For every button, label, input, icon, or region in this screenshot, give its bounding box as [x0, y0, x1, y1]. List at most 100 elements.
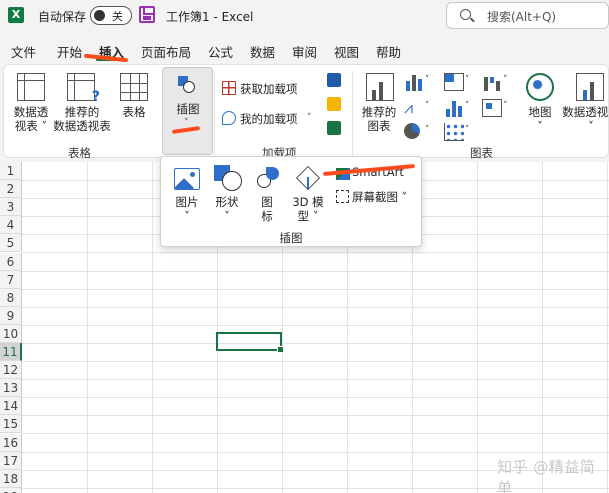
tab-file[interactable]: 文件	[11, 42, 36, 61]
row-header[interactable]: 19	[0, 488, 22, 493]
combo-chart-chevron-icon[interactable]: ˅	[503, 101, 508, 111]
row-header[interactable]: 16	[0, 434, 22, 452]
waterfall-chart-icon[interactable]	[482, 73, 502, 91]
search-input[interactable]: 搜索(Alt+Q)	[446, 2, 609, 29]
recommended-charts-icon[interactable]	[366, 73, 394, 101]
row-header[interactable]: 10	[0, 325, 22, 343]
chevron-down-icon: ˅	[184, 118, 189, 128]
tab-data[interactable]: 数据	[250, 42, 275, 61]
autosave-label: 自动保存	[38, 10, 87, 24]
get-addins-button[interactable]: 获取加载项	[240, 81, 298, 97]
row-header[interactable]: 2	[0, 180, 22, 198]
row-header[interactable]: 14	[0, 397, 22, 415]
tab-page-layout[interactable]: 页面布局	[141, 42, 191, 61]
line-chart-icon[interactable]: ⩘	[404, 99, 424, 117]
icons-label-2: 标	[261, 209, 273, 223]
row-gridline	[22, 452, 609, 453]
row-header[interactable]: 12	[0, 361, 22, 379]
screenshot-button[interactable]: 屏幕截图 ˅	[352, 189, 407, 205]
column-gridline	[607, 162, 608, 493]
icons-label-1: 图	[261, 195, 273, 209]
pivot-chart-button[interactable]: 数据透视图 ˅	[560, 105, 609, 133]
pictures-button[interactable]: 图片 ˅	[167, 195, 207, 223]
tab-view[interactable]: 视图	[334, 42, 359, 61]
row-header[interactable]: 18	[0, 470, 22, 488]
recommended-charts-label-2: 图表	[367, 119, 391, 133]
row-gridline	[22, 307, 609, 308]
pivot-table-icon[interactable]	[17, 73, 45, 101]
scatter-chart-icon[interactable]	[444, 123, 464, 141]
row-header[interactable]: 1	[0, 162, 22, 180]
recommended-pivot-icon[interactable]: ?	[67, 73, 100, 105]
pie-chart-icon[interactable]	[404, 123, 420, 139]
recommended-pivot-button[interactable]: 推荐的 数据透视表	[51, 105, 113, 133]
shapes-label: 形状	[215, 195, 239, 209]
tab-help[interactable]: 帮助	[376, 42, 401, 61]
tab-review[interactable]: 审阅	[292, 42, 317, 61]
pivot-chart-icon[interactable]	[576, 73, 604, 101]
row-header[interactable]: 17	[0, 452, 22, 470]
tab-formulas[interactable]: 公式	[208, 42, 233, 61]
row-header[interactable]: 15	[0, 415, 22, 433]
waterfall-chart-chevron-icon[interactable]: ˅	[503, 75, 508, 85]
row-header[interactable]: 4	[0, 216, 22, 234]
watermark-text: 知乎 @精益简单	[497, 458, 596, 493]
row-gridline	[22, 397, 609, 398]
ribbon-insert: 数据透 视表 ˅ ? 推荐的 数据透视表 表格 表格 插图 ˅ 获取加载项 我的…	[3, 64, 609, 160]
search-icon	[460, 9, 471, 20]
line-chart-chevron-icon[interactable]: ˅	[425, 101, 430, 111]
pie-chart-chevron-icon[interactable]: ˅	[425, 125, 430, 135]
illustrations-button[interactable]: 插图 ˅	[162, 67, 213, 155]
column-gridline	[542, 162, 543, 493]
autosave-toggle[interactable]: 关	[90, 6, 132, 25]
map-icon[interactable]	[526, 73, 554, 101]
pivot-table-label-2: 视表 ˅	[14, 119, 48, 133]
combo-chart-icon[interactable]	[482, 99, 502, 117]
people-graph-icon[interactable]	[327, 121, 341, 135]
document-title: 工作簿1 - Excel	[166, 10, 254, 24]
table-button[interactable]: 表格	[114, 105, 154, 119]
icons-icon	[255, 166, 281, 192]
search-placeholder: 搜索(Alt+Q)	[487, 10, 557, 24]
scatter-chart-chevron-icon[interactable]: ˅	[465, 125, 470, 135]
column-chart-icon[interactable]	[404, 73, 424, 91]
visio-icon[interactable]	[327, 73, 341, 87]
row-header[interactable]: 11	[0, 343, 22, 361]
tab-home[interactable]: 开始	[57, 42, 82, 61]
shapes-icon	[214, 165, 244, 193]
save-icon[interactable]	[139, 6, 155, 23]
statistic-chart-icon[interactable]	[444, 99, 464, 117]
row-header[interactable]: 6	[0, 253, 22, 271]
recommended-charts-button[interactable]: 推荐的 图表	[356, 105, 402, 133]
row-header[interactable]: 3	[0, 198, 22, 216]
selected-cell[interactable]	[216, 332, 284, 353]
autosave-state: 关	[112, 10, 123, 23]
my-addins-button[interactable]: 我的加载项	[240, 111, 298, 127]
ribbon-separator	[352, 71, 353, 155]
hierarchy-chart-icon[interactable]	[444, 73, 464, 91]
table-icon[interactable]	[120, 73, 148, 101]
recommended-pivot-label-2: 数据透视表	[53, 119, 111, 133]
icons-button[interactable]: 图 标	[251, 195, 283, 223]
3d-models-label-2: 型 ˅	[297, 209, 319, 223]
shapes-chevron-icon: ˅	[224, 209, 230, 223]
bing-maps-icon[interactable]	[327, 97, 341, 111]
row-header[interactable]: 8	[0, 289, 22, 307]
pictures-icon	[174, 168, 200, 190]
row-gridline	[22, 433, 609, 434]
row-header[interactable]: 9	[0, 307, 22, 325]
statistic-chart-chevron-icon[interactable]: ˅	[465, 101, 470, 111]
hierarchy-chart-chevron-icon[interactable]: ˅	[465, 75, 470, 85]
row-header[interactable]: 5	[0, 234, 22, 252]
row-header[interactable]: 7	[0, 271, 22, 289]
group-label-illustrations: 插图	[279, 231, 303, 245]
row-header[interactable]: 13	[0, 379, 22, 397]
row-gridline	[22, 289, 609, 290]
column-chart-chevron-icon[interactable]: ˅	[425, 75, 430, 85]
cube-icon	[295, 165, 321, 191]
my-addins-chevron-icon[interactable]: ˅	[307, 113, 312, 123]
pivot-table-button[interactable]: 数据透 视表 ˅	[9, 105, 53, 133]
shapes-button[interactable]: 形状 ˅	[207, 195, 247, 223]
map-button[interactable]: 地图 ˅	[520, 105, 560, 133]
3d-models-button[interactable]: 3D 模 型 ˅	[285, 195, 331, 223]
